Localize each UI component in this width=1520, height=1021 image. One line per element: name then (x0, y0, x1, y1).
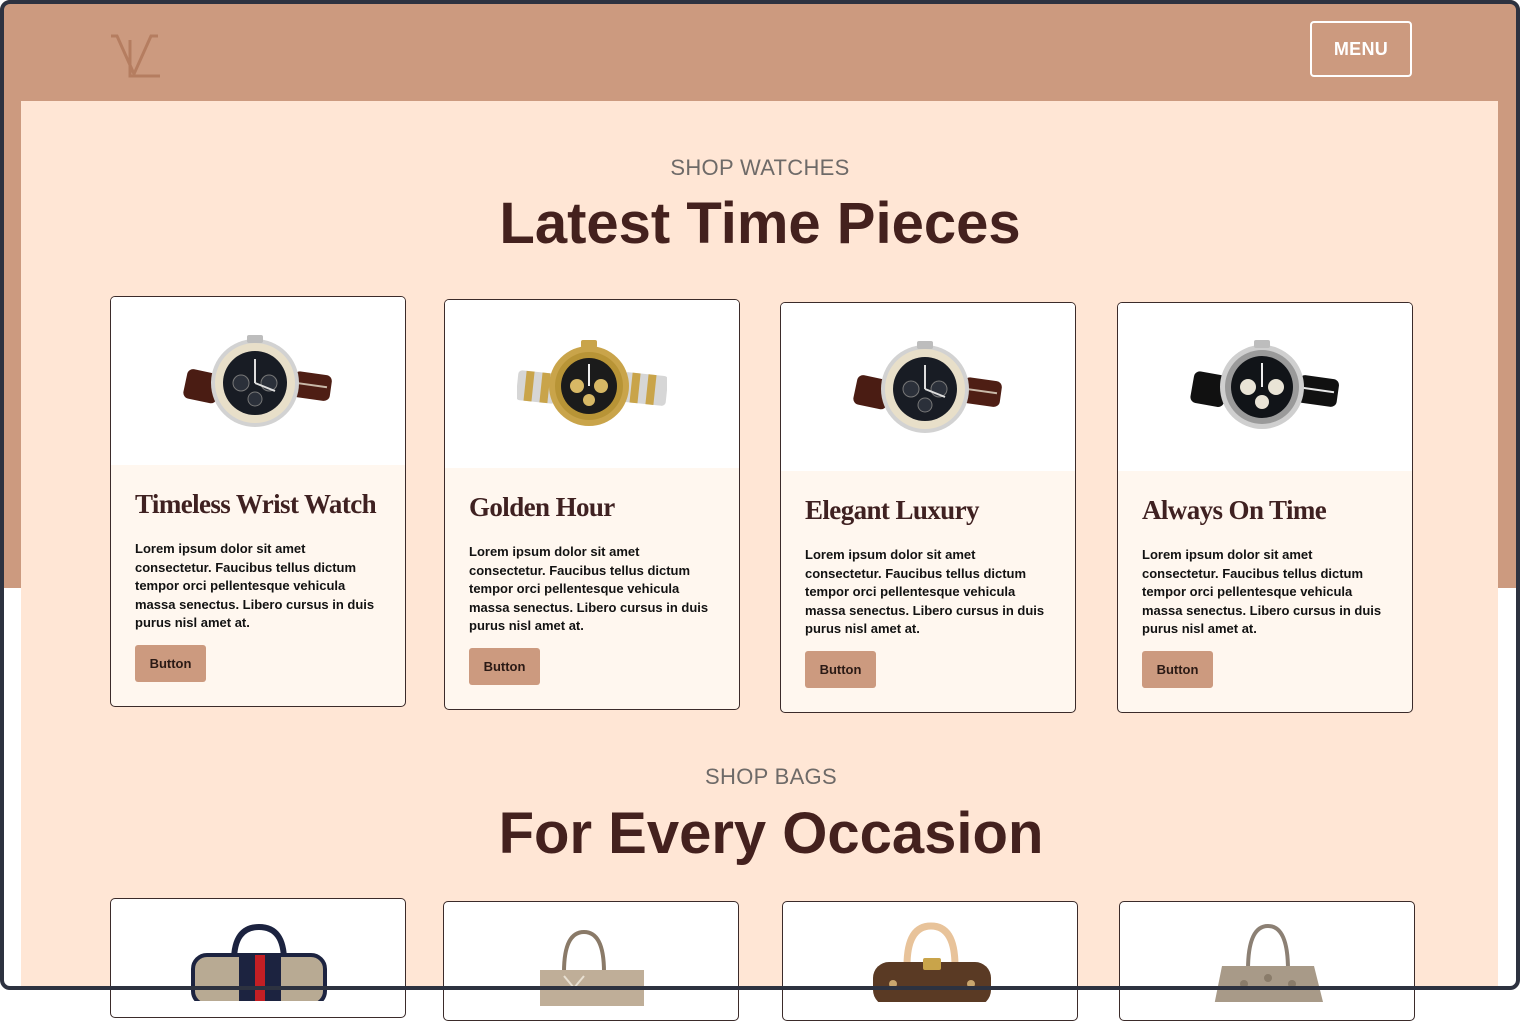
black-strap-chronograph-watch-icon (1190, 340, 1339, 429)
watches-eyebrow: SHOP WATCHES (670, 155, 850, 180)
brown-strap-chronograph-watch-icon (853, 341, 1002, 433)
product-image (445, 300, 739, 468)
card-description: Lorem ipsum dolor sit amet consectetur. … (805, 547, 1045, 636)
bags-headline: For Every Occasion (498, 801, 1044, 866)
card-button[interactable]: Button (469, 648, 540, 685)
bag-card (782, 901, 1078, 1021)
card-description: Lorem ipsum dolor sit amet consectetur. … (1142, 547, 1382, 636)
vl-monogram-logo[interactable] (108, 30, 162, 80)
card-title: Always On Time (1142, 495, 1327, 525)
brown-monogram-speedy-bag-icon (867, 922, 997, 1007)
site-header: MENU (0, 0, 1520, 101)
card-title: Timeless Wrist Watch (135, 489, 377, 519)
product-image (111, 297, 405, 465)
product-image (781, 303, 1075, 471)
card-button[interactable]: Button (135, 645, 206, 682)
card-title: Golden Hour (469, 492, 615, 522)
two-tone-steel-gold-watch-icon (517, 340, 667, 426)
card-description: Lorem ipsum dolor sit amet consectetur. … (135, 541, 375, 630)
taupe-monogram-tote-bag-icon (1204, 922, 1334, 1007)
card-title: Elegant Luxury (805, 495, 979, 525)
bags-eyebrow: SHOP BAGS (705, 764, 837, 789)
card-description: Lorem ipsum dolor sit amet consectetur. … (469, 544, 709, 633)
menu-button[interactable]: MENU (1310, 21, 1412, 77)
bag-card (1119, 901, 1415, 1021)
watches-headline: Latest Time Pieces (499, 191, 1021, 256)
beige-tote-bag-icon (534, 926, 654, 1011)
bag-card (110, 898, 406, 1018)
watch-card: Always On Time Lorem ipsum dolor sit ame… (1117, 302, 1413, 713)
card-button[interactable]: Button (805, 651, 876, 688)
brown-strap-chronograph-watch-icon (183, 335, 332, 427)
watch-card: Timeless Wrist Watch Lorem ipsum dolor s… (110, 296, 406, 707)
card-button[interactable]: Button (1142, 651, 1213, 688)
bag-card (443, 901, 739, 1021)
monogram-duffle-bag-red-stripe-icon (189, 921, 329, 1007)
watch-card: Golden Hour Lorem ipsum dolor sit amet c… (444, 299, 740, 710)
watch-card: Elegant Luxury Lorem ipsum dolor sit ame… (780, 302, 1076, 713)
product-image (1118, 303, 1412, 471)
